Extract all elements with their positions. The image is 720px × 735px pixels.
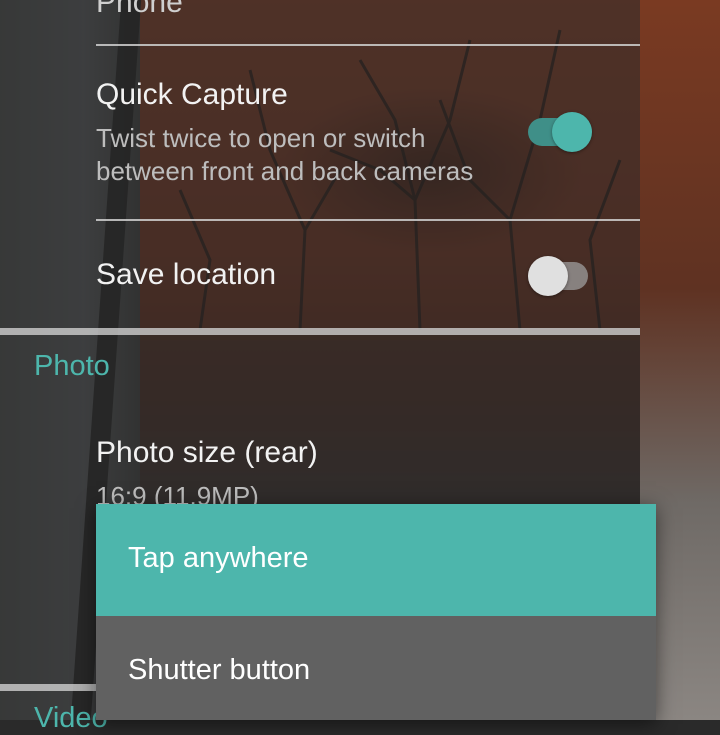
section-divider bbox=[0, 328, 640, 335]
photo-size-title: Photo size (rear) bbox=[96, 436, 318, 469]
photo-section-header: Photo bbox=[34, 350, 110, 382]
save-location-title: Save location bbox=[96, 258, 277, 291]
toggle-thumb bbox=[552, 112, 592, 152]
quick-capture-description-line2: between front and back cameras bbox=[96, 156, 474, 186]
menu-item-tap-anywhere[interactable]: Tap anywhere bbox=[96, 504, 656, 616]
save-location-toggle[interactable] bbox=[528, 256, 592, 296]
quick-capture-title: Quick Capture bbox=[96, 78, 288, 111]
menu-item-shutter-button[interactable]: Shutter button bbox=[96, 616, 656, 728]
partial-setting-label: Phone bbox=[96, 0, 183, 19]
quick-capture-toggle[interactable] bbox=[528, 112, 592, 152]
divider bbox=[96, 219, 640, 221]
quick-capture-description-line1: Twist twice to open or switch bbox=[96, 123, 426, 153]
menu-item-label: Shutter button bbox=[128, 654, 311, 686]
toggle-thumb bbox=[528, 256, 568, 296]
capture-method-popup-menu: Tap anywhere Shutter button bbox=[96, 504, 656, 720]
menu-item-label: Tap anywhere bbox=[128, 542, 309, 574]
divider bbox=[96, 44, 640, 46]
